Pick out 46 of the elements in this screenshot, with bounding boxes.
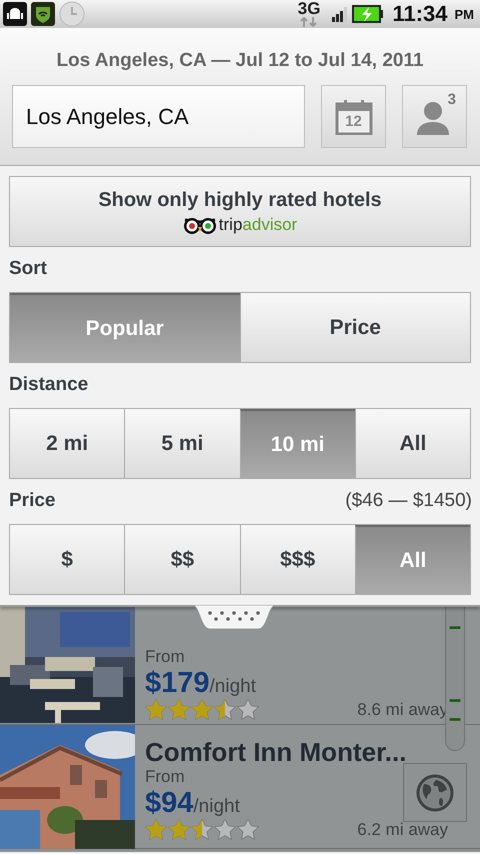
brand-logo-text: tripadvisor — [218, 214, 298, 234]
distance-label: 6.2 mi away — [357, 820, 448, 840]
filter-option[interactable]: $ — [10, 525, 124, 594]
shield-icon[interactable] — [31, 2, 55, 26]
star-icon — [214, 819, 236, 840]
clock-period: PM — [454, 6, 474, 22]
star-icon — [145, 699, 167, 720]
filter-option[interactable]: $$ — [124, 525, 240, 594]
section-label: Sort — [9, 258, 48, 280]
hotel-price: $179 — [145, 667, 210, 699]
highly-rated-button[interactable]: Show only highly rated hotels tripadvisor — [9, 176, 471, 247]
filter-option[interactable]: Price — [240, 293, 470, 362]
star-icon — [191, 699, 213, 720]
hotel-name: Comfort Inn Monter... — [145, 737, 408, 767]
location-field[interactable]: Los Angeles, CA — [12, 85, 305, 148]
hotel-price: $94 — [145, 787, 194, 819]
section-label: Price — [9, 490, 56, 512]
star-icon — [145, 819, 167, 840]
hotel-row[interactable]: Comfort Inn Monter... From $94/night 6.2 mi away — [0, 725, 480, 849]
from-label: From — [145, 647, 186, 667]
star-icon — [168, 819, 190, 840]
filter-option[interactable]: All — [354, 409, 470, 478]
star-icon — [214, 699, 236, 720]
data-arrows-icon — [299, 17, 320, 27]
star-icon — [237, 699, 259, 720]
clock-time: 11:34 — [392, 1, 448, 27]
signal-icon — [332, 6, 348, 22]
scroll-track-drawing[interactable] — [445, 607, 465, 751]
trip-title: Los Angeles, CA — Jul 12 to Jul 14, 2011 — [55, 50, 425, 72]
battery-charging-icon — [352, 5, 384, 23]
filter-option[interactable]: 5 mi — [124, 409, 240, 478]
map-button[interactable] — [403, 763, 467, 822]
per-night-label: /night — [210, 676, 256, 697]
star-icon — [237, 819, 259, 840]
price-range: ($46 — $1450) — [345, 490, 472, 512]
bug-icon[interactable] — [3, 2, 27, 26]
guests-button[interactable]: 3 — [402, 85, 467, 148]
section-label: Distance — [9, 374, 90, 396]
from-label: From — [145, 767, 186, 787]
per-night-label: /night — [193, 796, 240, 817]
star-icon — [168, 699, 190, 720]
filter-option[interactable]: $$$ — [240, 525, 355, 594]
star-icon — [191, 819, 213, 840]
network-type: 3G — [298, 1, 320, 17]
globe-icon — [416, 774, 454, 812]
filter-option[interactable]: 2 mi — [10, 409, 124, 478]
